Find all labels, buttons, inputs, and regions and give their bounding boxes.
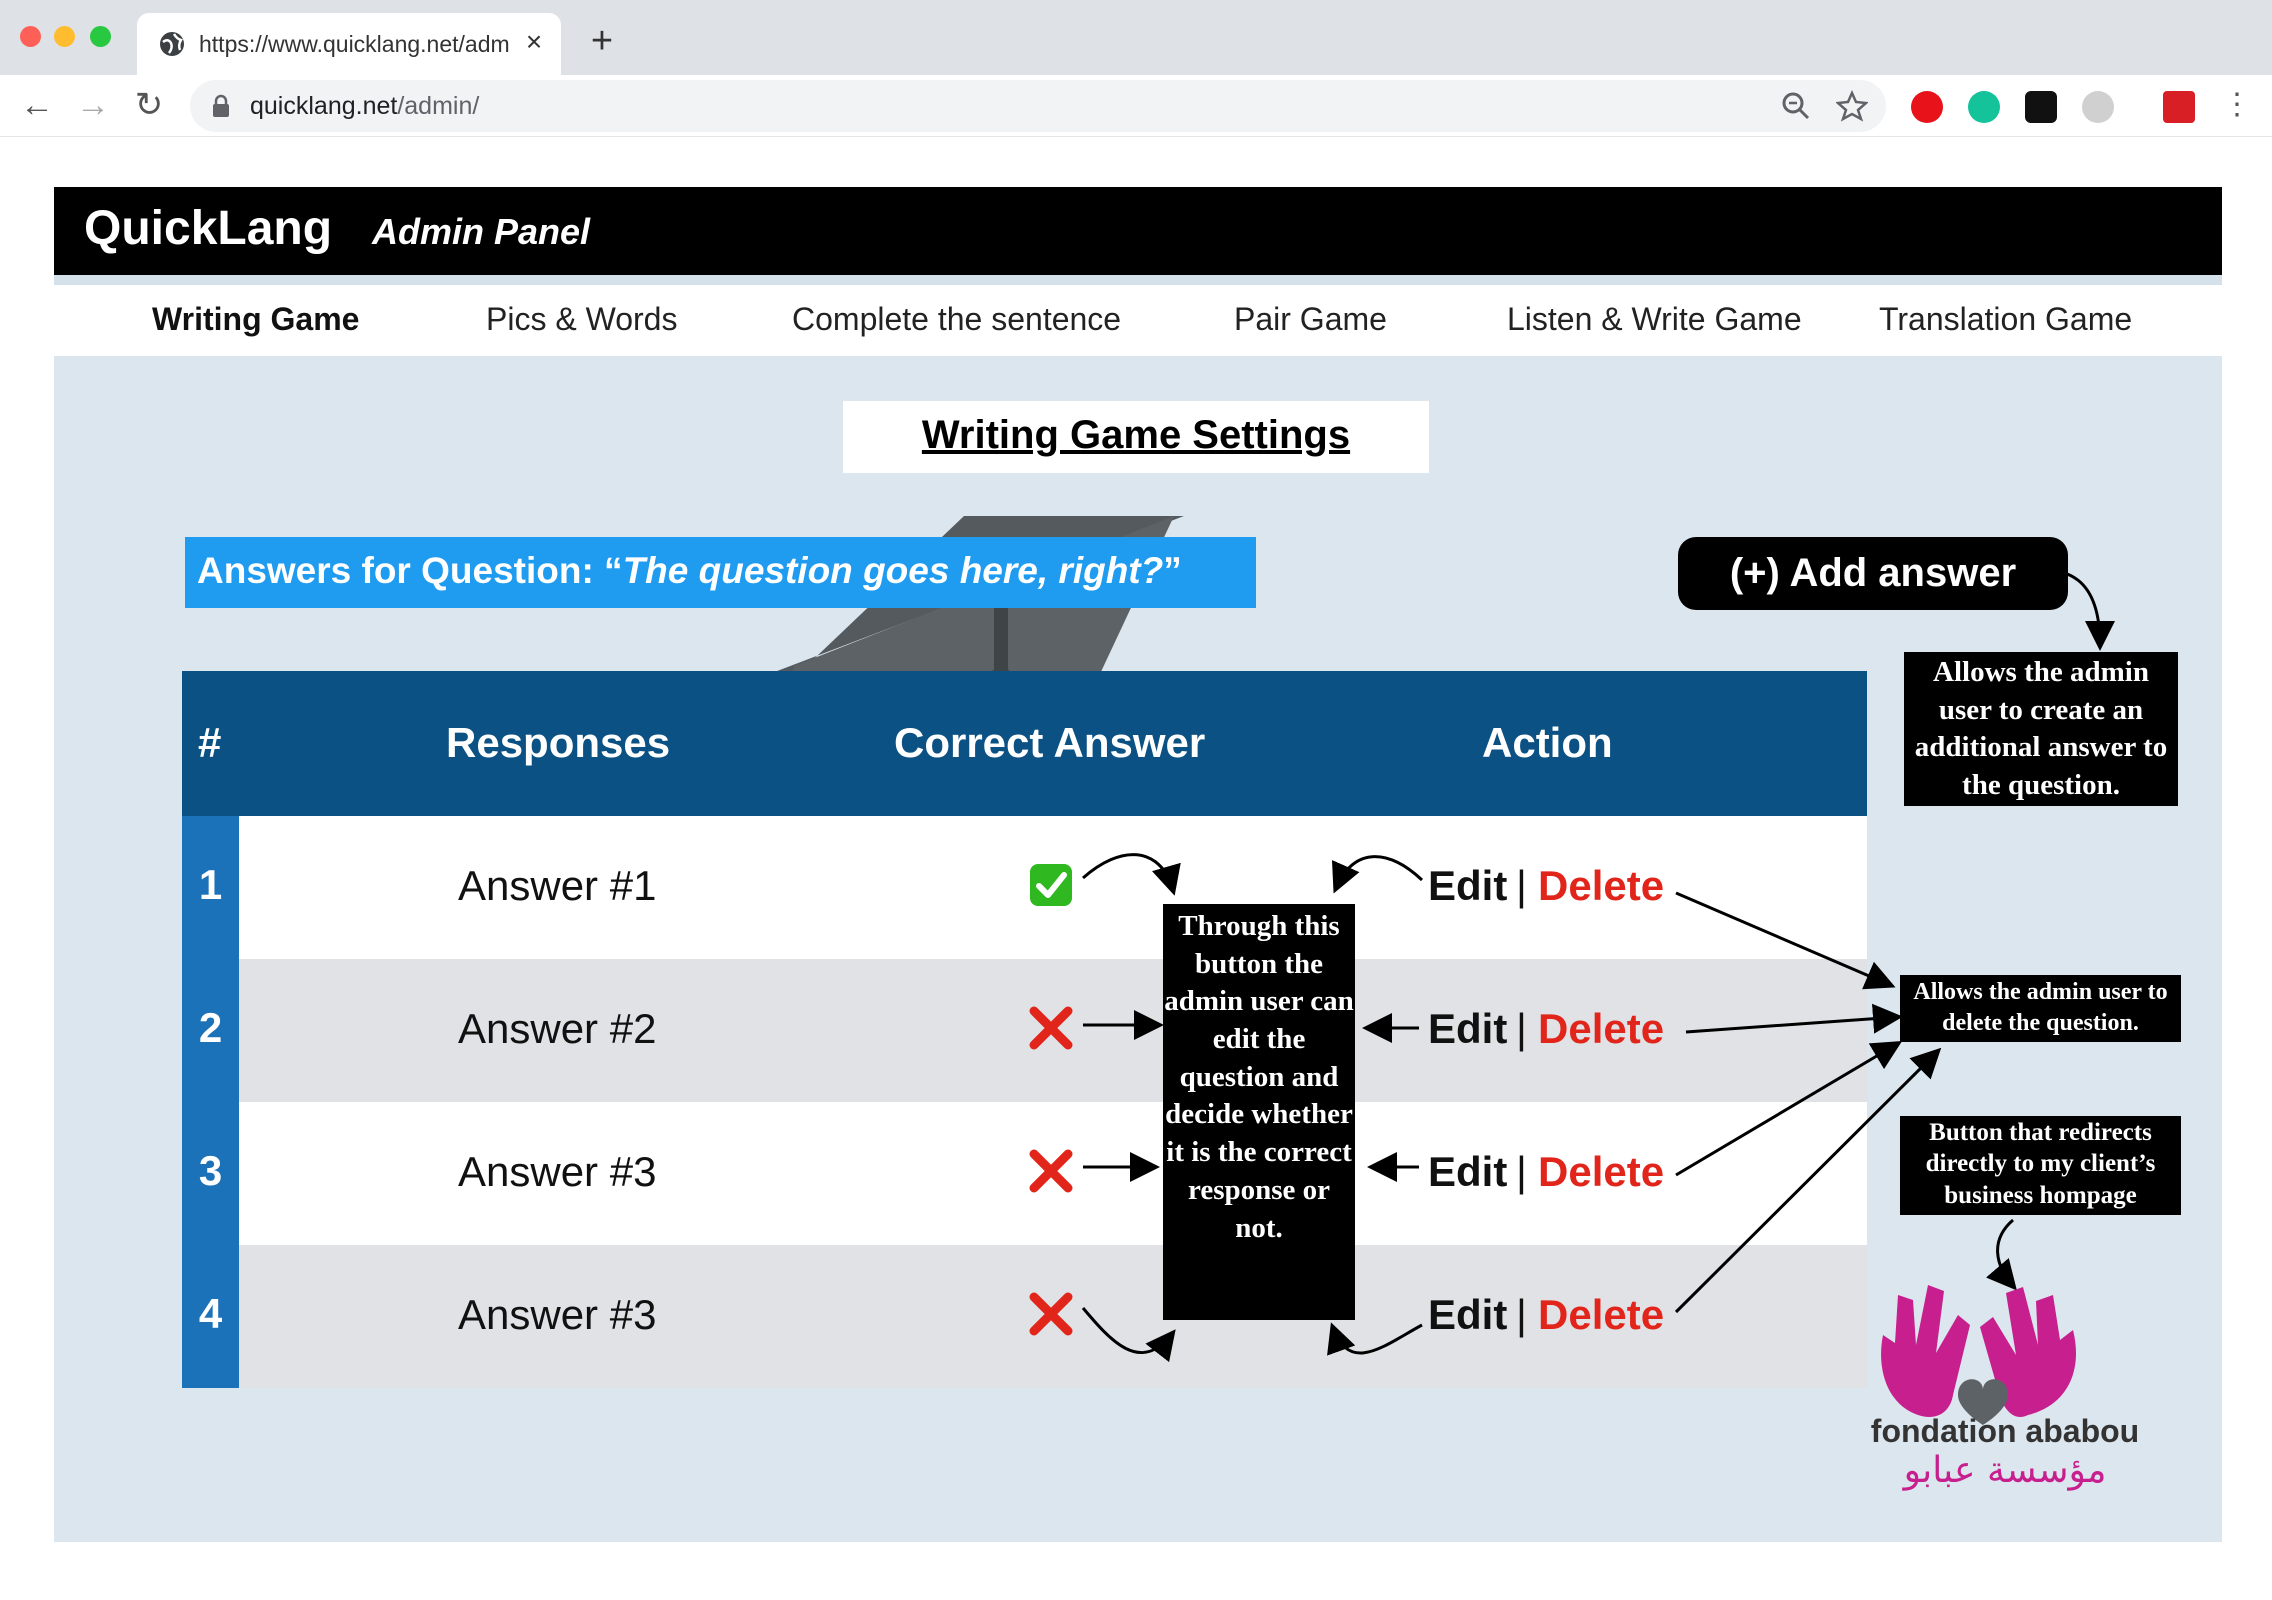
browser-toolbar: ← → ↻ quicklang.net/admin/ ⋮ <box>0 75 2272 137</box>
add-answer-button[interactable]: (+) Add answer <box>1678 537 2068 610</box>
logo-name-arabic: مؤسسة عبابو <box>1903 1450 2107 1491</box>
table-row: 1 Answer #1 Edit | Delete <box>182 816 1867 959</box>
action-separator: | <box>1516 1005 1527 1052</box>
window-maximize-button[interactable] <box>90 26 111 47</box>
url-text: quicklang.net/admin/ <box>250 92 479 121</box>
table-row: 4 Answer #3 Edit | Delete <box>182 1245 1867 1388</box>
window-minimize-button[interactable] <box>54 26 75 47</box>
nav-writing-game[interactable]: Writing Game <box>152 301 359 338</box>
bookmark-star-icon[interactable] <box>1836 90 1868 122</box>
table-row: 3 Answer #3 Edit | Delete <box>182 1102 1867 1245</box>
question-suffix: ” <box>1163 550 1182 591</box>
globe-icon <box>160 32 184 56</box>
action-separator: | <box>1516 862 1527 909</box>
acrobat-extension-icon[interactable] <box>2163 91 2195 123</box>
nav-complete-sentence[interactable]: Complete the sentence <box>792 301 1121 338</box>
row-number: 1 <box>182 816 239 959</box>
edit-button[interactable]: Edit <box>1428 1148 1507 1196</box>
forward-arrow-icon[interactable]: → <box>74 87 112 125</box>
nav-listen-write-game[interactable]: Listen & Write Game <box>1507 301 1802 338</box>
add-answer-note: Allows the admin user to create an addit… <box>1904 652 2178 806</box>
delete-note: Allows the admin user to delete the ques… <box>1900 975 2181 1042</box>
answer-text: Answer #1 <box>458 862 657 909</box>
reload-icon[interactable]: ↻ <box>130 87 168 125</box>
cross-icon <box>1029 1292 1073 1336</box>
delete-button[interactable]: Delete <box>1538 1148 1664 1196</box>
answer-text: Answer #3 <box>458 1291 657 1338</box>
table-header: # Responses Correct Answer Action <box>182 671 1867 816</box>
lock-icon <box>213 94 229 117</box>
delete-button[interactable]: Delete <box>1538 1291 1664 1339</box>
action-separator: | <box>1516 1291 1527 1338</box>
extension-icon[interactable] <box>2082 91 2114 123</box>
settings-title-box: Writing Game Settings <box>843 401 1429 473</box>
delete-button[interactable]: Delete <box>1538 862 1664 910</box>
address-bar[interactable]: quicklang.net/admin/ <box>190 80 1886 132</box>
logo-note: Button that redirects directly to my cli… <box>1900 1116 2181 1215</box>
edit-button[interactable]: Edit <box>1428 1005 1507 1053</box>
row-number: 3 <box>182 1102 239 1245</box>
browser-tab[interactable]: https://www.quicklang.net/adm × <box>137 13 561 75</box>
question-text: The question goes here, right? <box>622 550 1164 591</box>
new-tab-icon[interactable]: + <box>584 22 620 60</box>
nav-pics-words[interactable]: Pics & Words <box>486 301 677 338</box>
back-arrow-icon[interactable]: ← <box>18 87 56 125</box>
edit-note: Through this button the admin user can e… <box>1163 904 1355 1320</box>
nav-translation-game[interactable]: Translation Game <box>1879 301 2132 338</box>
url-path: /admin/ <box>397 92 480 120</box>
grammarly-extension-icon[interactable] <box>1968 91 2000 123</box>
header-num: # <box>198 719 222 766</box>
edit-button[interactable]: Edit <box>1428 1291 1507 1339</box>
close-tab-icon[interactable]: × <box>519 27 549 57</box>
app-header: QuickLang Admin Panel <box>54 187 2222 275</box>
check-icon <box>1030 864 1072 906</box>
delete-button[interactable]: Delete <box>1538 1005 1664 1053</box>
cross-icon <box>1029 1006 1073 1050</box>
question-heading: Answers for Question: “The question goes… <box>185 537 1256 608</box>
answer-text: Answer #3 <box>458 1148 657 1195</box>
panel-label: Admin Panel <box>372 211 591 252</box>
url-host: quicklang.net <box>250 92 398 120</box>
zoom-icon[interactable] <box>1780 90 1812 122</box>
action-separator: | <box>1516 1148 1527 1195</box>
edit-button[interactable]: Edit <box>1428 862 1507 910</box>
browser-menu-icon[interactable]: ⋮ <box>2218 87 2256 125</box>
row-number: 2 <box>182 959 239 1102</box>
nav-divider <box>54 275 2222 285</box>
row-number: 4 <box>182 1245 239 1388</box>
header-action: Action <box>1482 719 1613 766</box>
question-prefix: Answers for Question: “ <box>197 550 623 591</box>
adblock-extension-icon[interactable] <box>1911 91 1943 123</box>
nav-pair-game[interactable]: Pair Game <box>1234 301 1387 338</box>
brand-logo[interactable]: QuickLang <box>84 201 332 256</box>
tab-title: https://www.quicklang.net/adm <box>199 31 510 57</box>
table-row: 2 Answer #2 Edit | Delete <box>182 959 1867 1102</box>
window-close-button[interactable] <box>20 26 41 47</box>
header-correct-answer: Correct Answer <box>894 719 1206 766</box>
tampermonkey-extension-icon[interactable] <box>2025 91 2057 123</box>
page-title: Writing Game Settings <box>921 413 1351 457</box>
answer-text: Answer #2 <box>458 1005 657 1052</box>
logo-name-latin: fondation ababou <box>1870 1413 2140 1449</box>
answers-table: # Responses Correct Answer Action 1 Answ… <box>182 671 1867 1388</box>
game-nav: Writing Game Pics & Words Complete the s… <box>54 285 2222 356</box>
header-responses: Responses <box>446 719 671 766</box>
cross-icon <box>1029 1149 1073 1193</box>
browser-tab-bar: https://www.quicklang.net/adm × + <box>0 0 2272 75</box>
